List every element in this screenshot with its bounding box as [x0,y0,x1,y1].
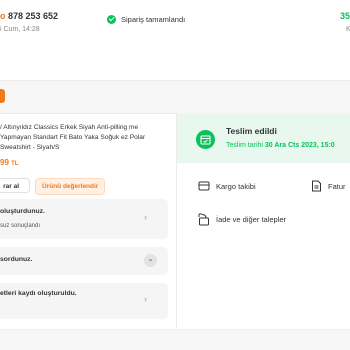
details-status-box[interactable]: etleri kaydı oluşturuldu. › [0,283,168,319]
question-status-title: sordunuz. [0,256,33,263]
chevron-right-icon: › [144,212,147,222]
delivery-date: Teslim tarihi 30 Ara Cts 2023, 15:0 [226,142,335,149]
claim-status-title: oluşturdunuz. [0,208,45,215]
reorder-button[interactable]: rar al [0,178,30,193]
invoice-icon [312,180,321,192]
order-number: o 878 253 652 [0,11,58,21]
check-circle-icon [107,15,116,24]
return-box-icon [198,213,209,226]
order-total-sub: K [346,26,350,33]
order-number-value: 878 253 652 [8,11,59,21]
cargo-tracking-label: Kargo takibi [216,181,256,191]
order-total: 35 [340,11,350,21]
review-product-button[interactable]: Ürünü değerlendir [35,178,106,195]
product-name[interactable]: / Altınyıldız Classics Erkek Siyah Anti-… [0,123,170,153]
delivery-date-label: Teslim tarihi [226,142,263,149]
claim-status-subtitle: suz sonuçlandı [0,223,41,229]
product-price-value: 99 [0,158,9,167]
truck-icon [198,181,210,191]
order-status: Sipariş tamamlandı [107,15,185,24]
question-status-box[interactable]: sordunuz. ⌄ [0,247,168,275]
seller-badge [0,89,5,103]
invoice-label: Fatur [328,181,346,191]
order-summary-bar: o 878 253 652 i Cum, 14:28 Sipariş tamam… [0,0,350,81]
order-date: i Cum, 14:28 [0,26,40,33]
cargo-tracking-link[interactable]: Kargo takibi [198,180,256,192]
product-price: 99 TL [0,158,18,167]
chevron-right-icon: › [144,294,147,304]
delivery-date-value: 30 Ara Cts 2023, 15:0 [264,142,335,149]
details-status-title: etleri kaydı oluşturuldu. [0,290,77,297]
claim-status-box[interactable]: oluşturdunuz. suz sonuçlandı › [0,199,168,239]
chevron-down-icon[interactable]: ⌄ [144,254,157,267]
order-number-prefix: o [0,11,6,21]
package-check-icon [196,130,215,149]
order-status-text: Sipariş tamamlandı [121,15,186,24]
returns-link[interactable]: İade ve diğer talepler [198,213,286,226]
delivery-title: Teslim edildi [226,126,277,136]
returns-label: İade ve diğer talepler [216,215,287,224]
invoice-link[interactable]: Fatur [311,180,346,192]
product-price-currency: TL [11,161,19,167]
